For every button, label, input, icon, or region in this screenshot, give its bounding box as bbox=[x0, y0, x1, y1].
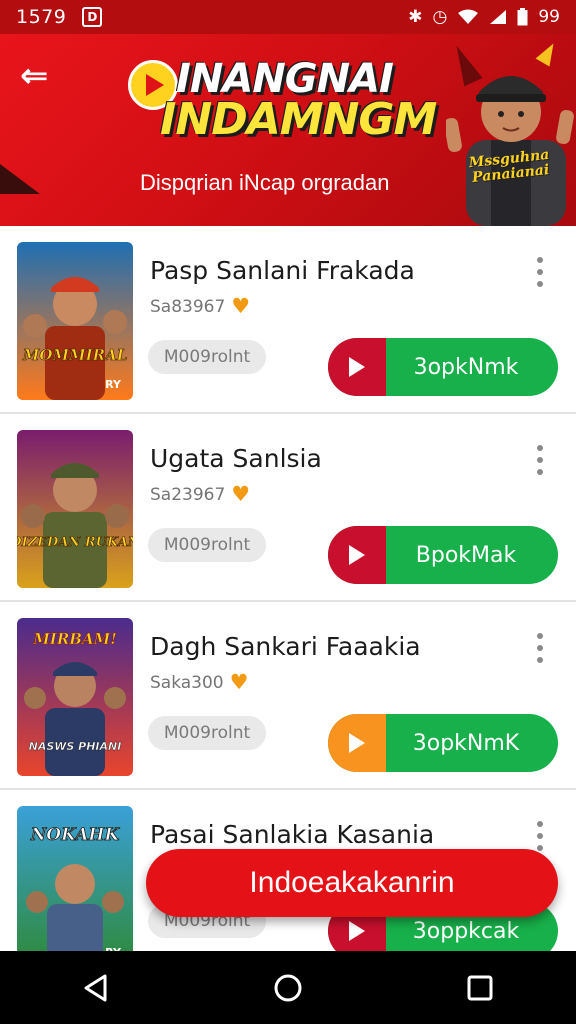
banner-subtitle: Dispqrian iNcap orgradan bbox=[140, 170, 390, 195]
item-meta: Saka300 ♥ bbox=[150, 672, 248, 693]
list-item[interactable]: MOMMIRAL RY Pasp Sanlani Frakada Sa83967… bbox=[0, 226, 576, 414]
item-meta: Sa23967 ♥ bbox=[150, 484, 250, 505]
header-banner: ⇐ INANGNAI INDAMNGM Dispqrian iNcap orgr… bbox=[0, 34, 576, 226]
play-button[interactable]: BpokMak bbox=[328, 526, 558, 584]
alarm-icon: ◷ bbox=[432, 7, 448, 27]
item-chip[interactable]: M009rolnt bbox=[148, 340, 266, 374]
item-meta-text: Sa23967 bbox=[150, 484, 226, 505]
item-title[interactable]: Pasp Sanlani Frakada bbox=[150, 256, 415, 285]
video-thumbnail[interactable]: NOKAHK RY bbox=[17, 806, 133, 964]
svg-text:MIRBAM!: MIRBAM! bbox=[32, 630, 117, 648]
battery-text: 99 bbox=[538, 7, 560, 27]
more-options-icon[interactable] bbox=[530, 818, 550, 854]
item-chip[interactable]: M009rolnt bbox=[148, 528, 266, 562]
item-title[interactable]: Ugata Sanlsia bbox=[150, 444, 322, 473]
poster-text: DIZEDAN RUKAN bbox=[17, 535, 133, 550]
poster-text: MOMMIRAL bbox=[22, 346, 128, 364]
heart-icon: ♥ bbox=[231, 294, 251, 318]
item-meta: Sa83967 ♥ bbox=[150, 296, 250, 317]
poster-text: NOKAHK bbox=[30, 825, 121, 845]
item-chip[interactable]: M009rolnt bbox=[148, 716, 266, 750]
status-bar: 1579 D ✱ ◷ 99 bbox=[0, 0, 576, 34]
banner-title-line2: INDAMNGM bbox=[160, 94, 437, 145]
back-triangle-icon[interactable] bbox=[66, 958, 126, 1018]
item-title[interactable]: Dagh Sankari Faaakia bbox=[150, 632, 421, 661]
play-button-label: 3oppkcak bbox=[412, 918, 520, 944]
poster-text: NASWS PHIANI bbox=[29, 740, 122, 753]
play-icon bbox=[328, 714, 386, 772]
wifi-icon bbox=[458, 9, 479, 24]
more-options-icon[interactable] bbox=[530, 442, 550, 478]
heart-icon: ♥ bbox=[231, 482, 251, 506]
home-circle-icon[interactable] bbox=[258, 958, 318, 1018]
list-item[interactable]: MIRBAM! NASWS PHIANI Dagh Sankari Faaaki… bbox=[0, 602, 576, 790]
play-button[interactable]: 3opkNmk bbox=[328, 338, 558, 396]
video-thumbnail[interactable]: MIRBAM! NASWS PHIANI bbox=[17, 618, 133, 776]
play-icon bbox=[328, 338, 386, 396]
system-nav-bar bbox=[0, 951, 576, 1024]
play-button[interactable]: 3opkNmK bbox=[328, 714, 558, 772]
notification-badge: D bbox=[82, 7, 103, 27]
back-arrow-icon[interactable]: ⇐ bbox=[20, 56, 60, 96]
item-meta-text: Saka300 bbox=[150, 672, 224, 693]
heart-icon: ♥ bbox=[229, 670, 249, 694]
battery-icon bbox=[517, 8, 528, 26]
more-options-icon[interactable] bbox=[530, 630, 550, 666]
status-time: 1579 bbox=[16, 6, 67, 28]
recents-square-icon[interactable] bbox=[450, 958, 510, 1018]
video-thumbnail[interactable]: MOMMIRAL RY bbox=[17, 242, 133, 400]
signal-icon bbox=[490, 10, 507, 24]
poster-badge: RY bbox=[105, 378, 122, 391]
item-title[interactable]: Pasai Sanlakia Kasania bbox=[150, 820, 434, 849]
play-button-label: BpokMak bbox=[415, 542, 517, 568]
list-item[interactable]: DIZEDAN RUKAN Ugata Sanlsia Sa23967 ♥ M0… bbox=[0, 414, 576, 602]
play-button-label: 3opkNmk bbox=[413, 354, 519, 380]
more-options-icon[interactable] bbox=[530, 254, 550, 290]
status-icons: ✱ ◷ 99 bbox=[408, 7, 560, 27]
video-thumbnail[interactable]: DIZEDAN RUKAN bbox=[17, 430, 133, 588]
item-meta-text: Sa83967 bbox=[150, 296, 226, 317]
primary-action-button[interactable]: Indoeakakanrin bbox=[146, 849, 558, 917]
bluetooth-icon: ✱ bbox=[408, 7, 423, 27]
play-icon bbox=[328, 526, 386, 584]
decor-shard bbox=[0, 164, 40, 194]
mascot-illustration bbox=[446, 76, 574, 226]
play-button-label: 3opkNmK bbox=[412, 730, 520, 756]
